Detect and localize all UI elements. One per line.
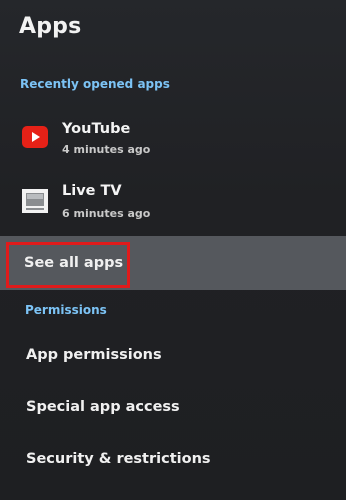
special-app-access-item[interactable]: Special app access [0, 383, 346, 433]
apps-settings-panel: Apps Recently opened apps YouTube 4 minu… [0, 0, 346, 500]
app-name: Live TV [62, 183, 122, 199]
youtube-icon [22, 124, 48, 150]
app-name: YouTube [62, 121, 131, 137]
menu-item-label: App permissions [26, 347, 162, 363]
recent-apps-header: Recently opened apps [20, 77, 170, 91]
highlight-annotation [6, 242, 130, 288]
permissions-header: Permissions [25, 303, 107, 317]
tv-icon [22, 188, 48, 214]
menu-item-label: Special app access [26, 399, 180, 415]
app-permissions-item[interactable]: App permissions [0, 331, 346, 381]
recent-app-youtube[interactable]: YouTube 4 minutes ago [0, 112, 346, 168]
page-title: Apps [19, 14, 82, 39]
menu-item-label: Security & restrictions [26, 451, 211, 467]
app-last-opened: 4 minutes ago [62, 143, 151, 156]
security-restrictions-item[interactable]: Security & restrictions [0, 435, 346, 485]
app-last-opened: 6 minutes ago [62, 207, 151, 220]
recent-app-live-tv[interactable]: Live TV 6 minutes ago [0, 174, 346, 230]
